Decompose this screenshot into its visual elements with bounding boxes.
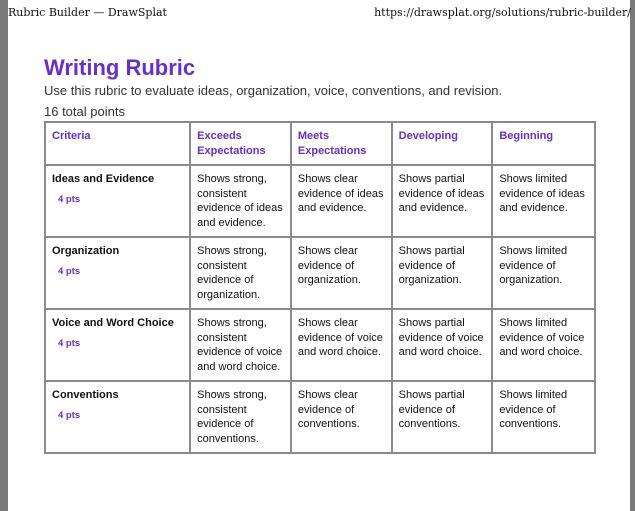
- rubric-header-row: Criteria Exceeds Expectations Meets Expe…: [43, 121, 596, 166]
- header-criteria: Criteria: [43, 121, 192, 166]
- descriptor-meets: Shows clear evidence of voice and word c…: [289, 308, 393, 382]
- total-points: 16 total points: [44, 104, 125, 119]
- criterion-name: Organization: [52, 245, 120, 257]
- descriptor-exceeds: Shows strong, consistent evidence of voi…: [189, 308, 292, 382]
- print-header-url: https://drawsplat.org/solutions/rubric-b…: [374, 6, 631, 19]
- document-page: Writing Rubric Use this rubric to evalua…: [8, 0, 630, 511]
- rubric-table: Criteria Exceeds Expectations Meets Expe…: [43, 121, 596, 454]
- header-beginning: Beginning: [491, 121, 596, 166]
- criterion-cell: Conventions 4 pts: [43, 380, 192, 454]
- descriptor-beginning: Shows limited evidence of ideas and evid…: [491, 164, 596, 238]
- descriptor-exceeds: Shows strong, consistent evidence of ide…: [189, 164, 292, 238]
- print-header: Rubric Builder — DrawSplat https://draws…: [0, 0, 635, 22]
- page-subtitle: Use this rubric to evaluate ideas, organ…: [44, 83, 503, 98]
- descriptor-developing: Shows partial evidence of organization.: [390, 236, 494, 310]
- descriptor-meets: Shows clear evidence of organization.: [289, 236, 393, 310]
- header-meets-expectations: Meets Expectations: [289, 121, 393, 166]
- rubric-row-voice-and-word-choice: Voice and Word Choice 4 pts Shows strong…: [43, 308, 596, 382]
- descriptor-exceeds: Shows strong, consistent evidence of org…: [189, 236, 292, 310]
- header-exceeds-expectations: Exceeds Expectations: [189, 121, 292, 166]
- descriptor-meets: Shows clear evidence of conventions.: [289, 380, 393, 454]
- criterion-name: Ideas and Evidence: [52, 173, 155, 185]
- criterion-cell: Voice and Word Choice 4 pts: [43, 308, 192, 382]
- criterion-cell: Organization 4 pts: [43, 236, 192, 310]
- descriptor-meets: Shows clear evidence of ideas and eviden…: [289, 164, 393, 238]
- descriptor-developing: Shows partial evidence of conventions.: [390, 380, 494, 454]
- print-header-title: Rubric Builder — DrawSplat: [8, 6, 167, 19]
- header-developing: Developing: [390, 121, 494, 166]
- descriptor-beginning: Shows limited evidence of conventions.: [491, 380, 596, 454]
- criterion-points: 4 pts: [58, 265, 81, 277]
- criterion-name: Conventions: [52, 389, 119, 401]
- descriptor-developing: Shows partial evidence of ideas and evid…: [390, 164, 494, 238]
- descriptor-exceeds: Shows strong, consistent evidence of con…: [189, 380, 292, 454]
- descriptor-developing: Shows partial evidence of voice and word…: [390, 308, 494, 382]
- descriptor-beginning: Shows limited evidence of organization.: [491, 236, 596, 310]
- rubric-row-ideas-and-evidence: Ideas and Evidence 4 pts Shows strong, c…: [43, 164, 596, 238]
- criterion-name: Voice and Word Choice: [52, 317, 174, 329]
- criterion-points: 4 pts: [58, 337, 81, 349]
- descriptor-beginning: Shows limited evidence of voice and word…: [491, 308, 596, 382]
- criterion-points: 4 pts: [58, 409, 81, 421]
- rubric-row-conventions: Conventions 4 pts Shows strong, consiste…: [43, 380, 596, 454]
- rubric-row-organization: Organization 4 pts Shows strong, consist…: [43, 236, 596, 310]
- criterion-cell: Ideas and Evidence 4 pts: [43, 164, 192, 238]
- page-title: Writing Rubric: [44, 55, 196, 80]
- document-body: Writing Rubric Use this rubric to evalua…: [44, 54, 604, 120]
- criterion-points: 4 pts: [58, 193, 81, 205]
